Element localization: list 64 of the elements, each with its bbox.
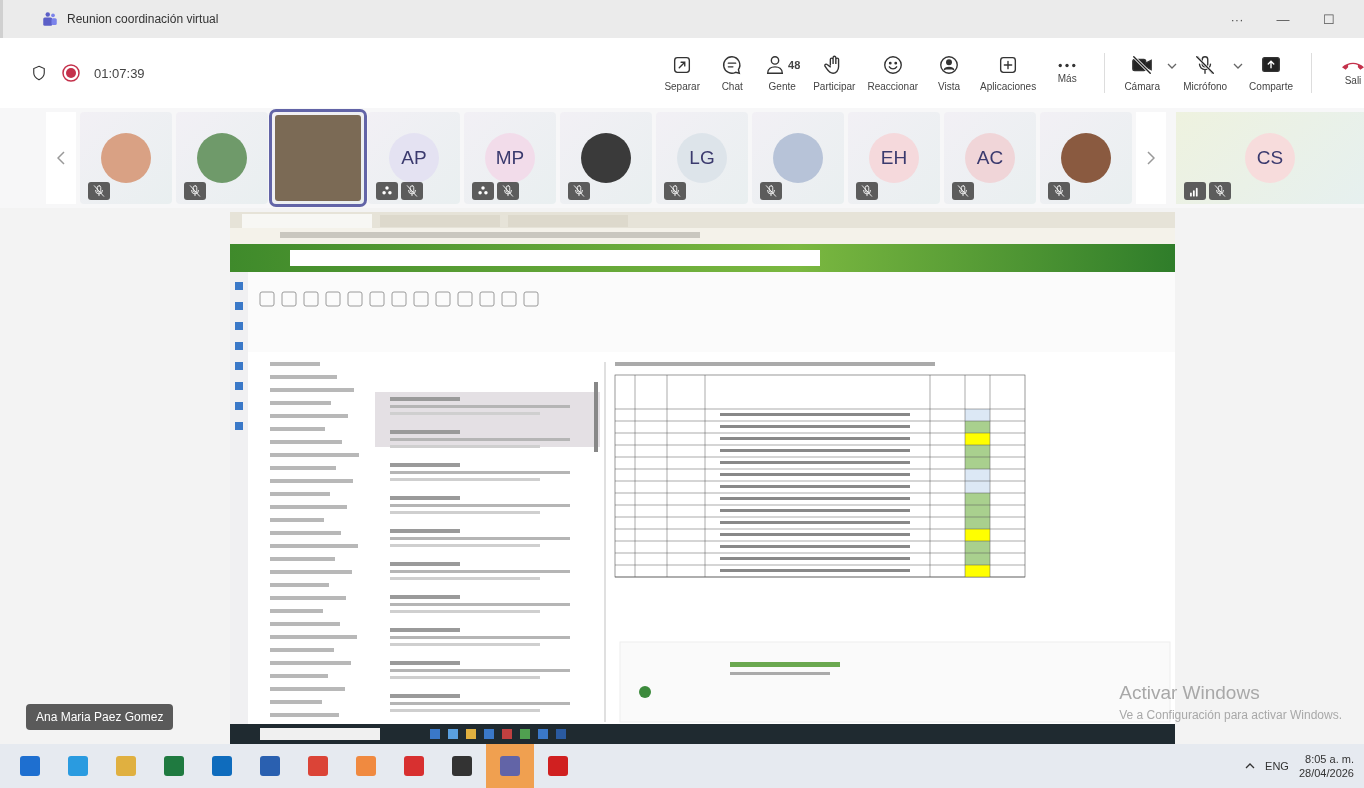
chat-icon	[721, 54, 744, 76]
participant-tile[interactable]: AP	[368, 112, 460, 204]
participant-tile[interactable]	[752, 112, 844, 204]
mic-off-icon	[1213, 184, 1227, 198]
mic-off-icon	[405, 184, 419, 198]
participant-tile[interactable]	[560, 112, 652, 204]
initials-avatar: AC	[965, 133, 1015, 183]
initials-avatar: EH	[869, 133, 919, 183]
toolbar-button[interactable]: Participar	[807, 54, 862, 92]
participant-tile[interactable]	[80, 112, 172, 204]
toolbar-button[interactable]: Aplicaciones	[974, 54, 1043, 92]
toolbar-button[interactable]: Vista	[924, 54, 975, 92]
chevron-left-icon	[57, 150, 65, 165]
smiley-icon	[881, 54, 904, 76]
participant-tile[interactable]	[1040, 112, 1132, 204]
toolbar-button[interactable]: Más	[1042, 62, 1093, 84]
mic-off-icon	[501, 184, 515, 198]
participant-tile[interactable]: EH	[848, 112, 940, 204]
initials-avatar: LG	[677, 133, 727, 183]
toolbar-button[interactable]: Micrófono	[1177, 54, 1234, 92]
toolbar-button[interactable]: Chat	[707, 54, 758, 92]
mic-off-icon	[92, 184, 106, 198]
chevron-right-icon	[1147, 150, 1155, 165]
participant-tile[interactable]: MP	[464, 112, 556, 204]
mic-off-icon	[668, 184, 682, 198]
window-control[interactable]: —	[1264, 10, 1302, 28]
more-icon	[1058, 62, 1077, 68]
mic-off-icon	[572, 184, 586, 198]
participant-tile[interactable]	[176, 112, 268, 204]
shield-icon	[30, 64, 48, 82]
window-title: Reunion coordinación virtual	[67, 12, 220, 26]
initials-avatar: CS	[1245, 133, 1295, 183]
toolbar-button[interactable]: Separar	[657, 54, 708, 92]
tray-caret-icon[interactable]	[1245, 763, 1256, 769]
presenter-name: Ana Maria Paez Gomez	[26, 704, 174, 730]
window-control[interactable]: ···	[1218, 10, 1256, 28]
clock[interactable]: 8:05 a. m. 28/04/2026	[1298, 753, 1354, 779]
teams-logo-icon	[41, 10, 59, 28]
participant-tile[interactable]: CS	[1176, 112, 1364, 204]
language-indicator[interactable]: ENG	[1265, 760, 1289, 772]
caret-icon[interactable]	[1167, 63, 1178, 69]
participant-tile[interactable]: AC	[944, 112, 1036, 204]
initials-avatar: AP	[389, 133, 439, 183]
clock-time: 8:05 a. m.	[1305, 753, 1354, 765]
mic-off-icon	[860, 184, 874, 198]
toolbar-button[interactable]: Cámara	[1117, 54, 1168, 92]
initials-avatar: MP	[485, 133, 535, 183]
caret-icon[interactable]	[1233, 63, 1244, 69]
meeting-timer: 01:07:39	[94, 65, 145, 81]
mic-off-icon	[764, 184, 778, 198]
activation-message: Ve a Configuración para activar Windows.	[1119, 708, 1342, 722]
mic-off-icon	[956, 184, 970, 198]
clock-date: 28/04/2026	[1298, 767, 1354, 779]
mic-off-icon	[1052, 184, 1066, 198]
activation-title: Activar Windows	[1119, 682, 1261, 704]
participant-tile[interactable]: LG	[656, 112, 748, 204]
window-control[interactable]: ☐	[1310, 10, 1348, 28]
hang-up-icon	[1342, 60, 1364, 70]
person-circle-icon	[938, 54, 961, 76]
toolbar-button[interactable]: 48 Gente	[757, 54, 808, 92]
leave-button[interactable]: Sali	[1324, 60, 1364, 86]
mic-off-icon	[188, 184, 202, 198]
toolbar-button[interactable]: Comparte	[1243, 54, 1299, 92]
toolbar-button[interactable]: Reaccionar	[861, 54, 925, 92]
